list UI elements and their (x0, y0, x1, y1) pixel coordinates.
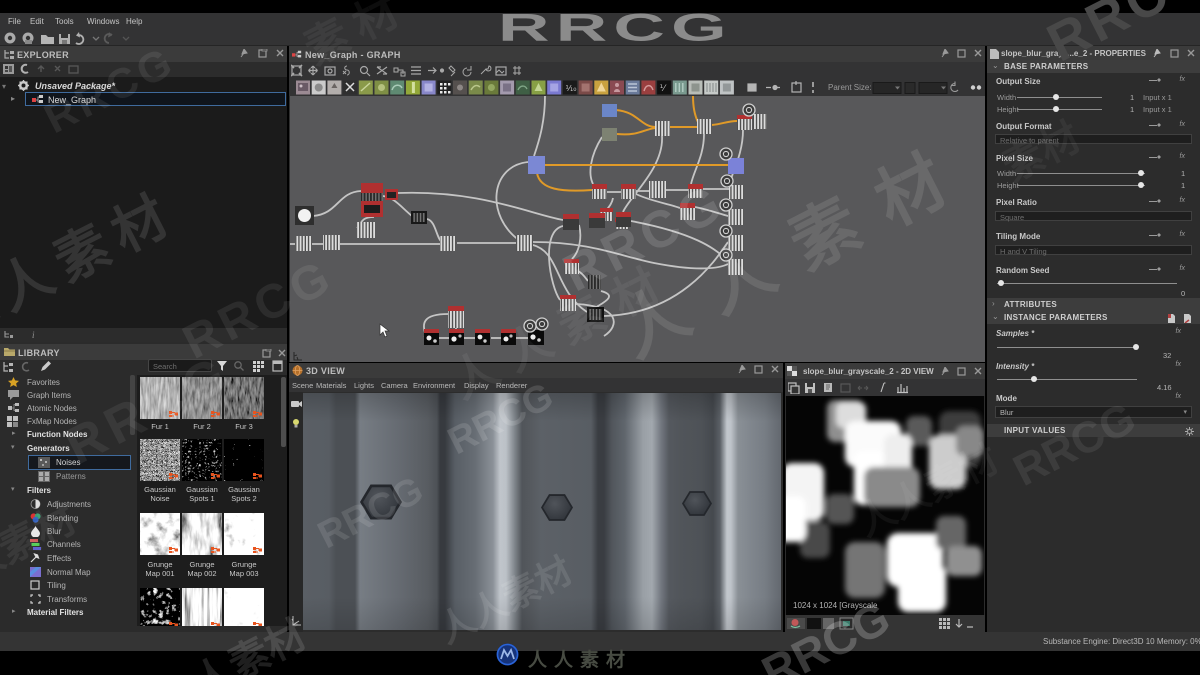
svg-text:i: i (32, 330, 35, 340)
svg-text:⅒: ⅒ (566, 84, 577, 93)
svg-text:Parent Size:: Parent Size: (828, 83, 872, 92)
